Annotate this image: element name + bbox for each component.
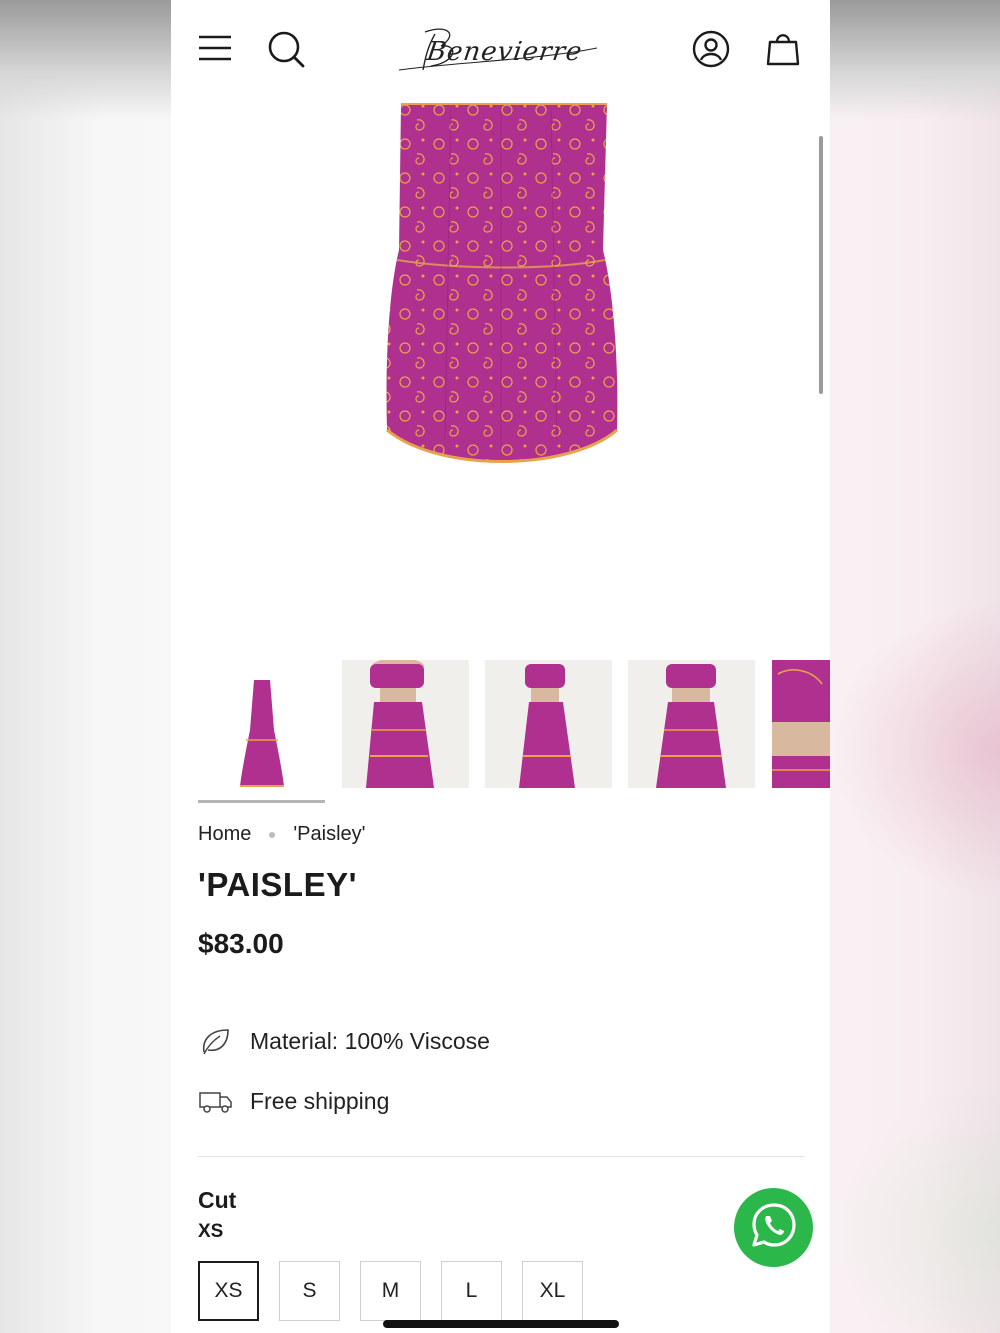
thumbnail-active-indicator xyxy=(198,800,325,803)
brand-name: Benevierre xyxy=(424,37,585,67)
whatsapp-button[interactable] xyxy=(734,1188,813,1267)
product-page: Benevierre Home 'Paisley' 'PAISLEY' $83.… xyxy=(171,0,830,1333)
cut-selected-value: XS xyxy=(198,1221,224,1242)
thumbnail-2[interactable] xyxy=(342,660,469,788)
whatsapp-icon xyxy=(749,1200,799,1255)
thumbnail-3[interactable] xyxy=(485,660,612,788)
section-divider xyxy=(198,1156,804,1157)
thumbnail-1[interactable] xyxy=(198,660,325,788)
shopping-bag-icon[interactable] xyxy=(765,30,801,68)
thumbnail-5[interactable] xyxy=(772,660,830,788)
product-title: 'PAISLEY' xyxy=(198,866,357,903)
size-button-xl[interactable]: XL xyxy=(522,1261,583,1321)
feature-shipping: Free shipping xyxy=(198,1086,389,1116)
hamburger-menu-icon[interactable] xyxy=(197,33,233,63)
background-green-blur xyxy=(830,1080,1000,1333)
size-button-s[interactable]: S xyxy=(279,1261,340,1321)
feature-material: Material: 100% Viscose xyxy=(198,1026,490,1056)
background-pink-blur xyxy=(830,600,1000,900)
product-price: $83.00 xyxy=(198,928,284,959)
leaf-icon xyxy=(198,1026,234,1056)
thumbnail-4[interactable] xyxy=(628,660,755,788)
breadcrumb: Home 'Paisley' xyxy=(198,823,365,846)
product-main-image[interactable] xyxy=(361,100,641,480)
size-button-xs[interactable]: XS xyxy=(198,1261,259,1321)
size-selector: XS S M L XL xyxy=(198,1261,603,1321)
breadcrumb-current: 'Paisley' xyxy=(293,823,366,845)
delivery-truck-icon xyxy=(198,1086,234,1116)
feature-material-text: Material: 100% Viscose xyxy=(250,1027,490,1054)
thumbnail-gallery xyxy=(171,660,830,810)
breadcrumb-home[interactable]: Home xyxy=(198,823,251,846)
cut-label: Cut xyxy=(198,1187,237,1213)
brand-logo[interactable]: Benevierre xyxy=(397,20,601,80)
search-icon[interactable] xyxy=(267,30,305,68)
image-scrollbar[interactable] xyxy=(819,136,823,394)
home-indicator[interactable] xyxy=(383,1320,619,1328)
site-header: Benevierre xyxy=(171,0,830,100)
breadcrumb-separator xyxy=(269,831,276,838)
user-account-icon[interactable] xyxy=(692,30,730,68)
size-button-l[interactable]: L xyxy=(441,1261,502,1321)
size-button-m[interactable]: M xyxy=(360,1261,421,1321)
feature-shipping-text: Free shipping xyxy=(250,1087,390,1114)
